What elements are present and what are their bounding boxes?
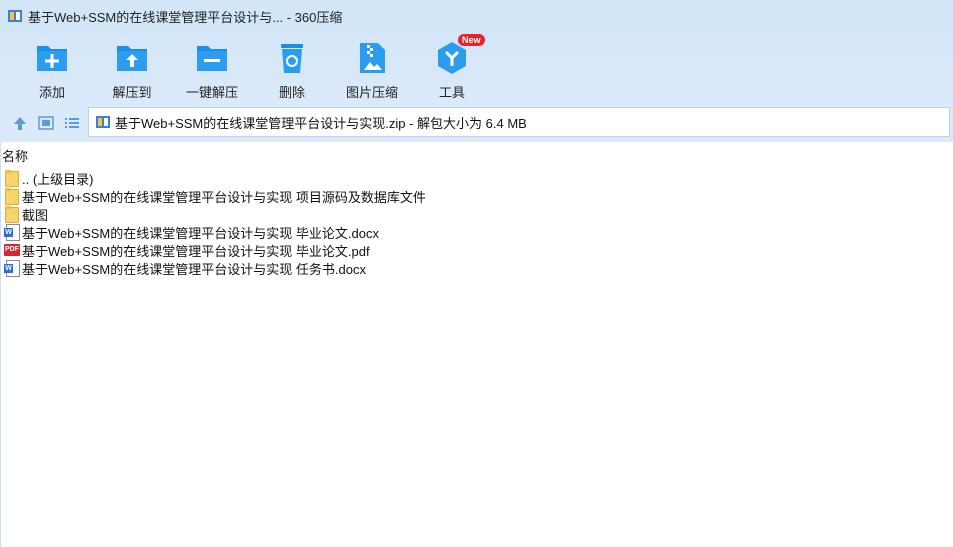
extract-to-label: 解压到: [112, 85, 152, 100]
word-doc-icon: W: [4, 260, 20, 277]
up-level-icon[interactable]: [11, 114, 29, 132]
list-item[interactable]: 基于Web+SSM的在线课堂管理平台设计与实现 项目源码及数据库文件: [1, 187, 426, 205]
list-item[interactable]: 截图: [1, 205, 426, 223]
tools-icon: New: [434, 34, 485, 76]
item-name: 基于Web+SSM的在线课堂管理平台设计与实现 任务书.docx: [22, 261, 366, 277]
window-title: 基于Web+SSM的在线课堂管理平台设计与... - 360压缩: [28, 9, 343, 25]
extract-folder-icon: [114, 40, 150, 76]
word-doc-icon: W: [4, 224, 20, 241]
toolbar: 添加 解压到 一键解压 删除 图片压缩 New 工具: [0, 32, 953, 104]
folder-icon: [4, 170, 20, 187]
list-item[interactable]: W 基于Web+SSM的在线课堂管理平台设计与实现 毕业论文.docx: [1, 223, 426, 241]
add-button[interactable]: 添加: [12, 36, 92, 100]
extract-to-button[interactable]: 解压到: [92, 36, 172, 100]
item-name: .. (上级目录): [22, 171, 94, 187]
file-list: 名称 .. (上级目录) 基于Web+SSM的在线课堂管理平台设计与实现 项目源…: [0, 142, 953, 547]
list-item[interactable]: PDF 基于Web+SSM的在线课堂管理平台设计与实现 毕业论文.pdf: [1, 241, 426, 259]
list-item[interactable]: W 基于Web+SSM的在线课堂管理平台设计与实现 任务书.docx: [1, 259, 426, 277]
add-folder-icon: [34, 40, 70, 76]
thumbnail-view-icon[interactable]: [37, 114, 55, 132]
column-header-label: 名称: [2, 148, 29, 164]
folder-icon: [4, 188, 20, 205]
one-click-extract-button[interactable]: 一键解压: [172, 36, 252, 100]
one-click-extract-icon: [194, 40, 230, 76]
one-click-extract-label: 一键解压: [185, 85, 238, 100]
item-name: 基于Web+SSM的在线课堂管理平台设计与实现 毕业论文.pdf: [22, 243, 370, 259]
list-view-icon[interactable]: [63, 114, 81, 132]
app-icon: [7, 8, 23, 24]
list-item[interactable]: .. (上级目录): [1, 169, 426, 187]
address-bar: 基于Web+SSM的在线课堂管理平台设计与实现.zip - 解包大小为 6.4 …: [0, 104, 953, 142]
tools-button[interactable]: New 工具: [412, 34, 492, 100]
folder-icon: [4, 206, 20, 223]
pdf-icon: PDF: [4, 242, 20, 258]
zip-archive-icon: [95, 114, 111, 130]
delete-label: 删除: [278, 85, 305, 100]
delete-button[interactable]: 删除: [252, 36, 332, 100]
image-compress-icon: [354, 40, 390, 76]
column-header-name[interactable]: 名称: [1, 142, 953, 168]
new-badge: New: [458, 34, 485, 46]
recycle-bin-icon: [274, 40, 310, 76]
item-name: 截图: [22, 207, 49, 223]
archive-path: 基于Web+SSM的在线课堂管理平台设计与实现.zip - 解包大小为 6.4 …: [115, 115, 527, 131]
image-compress-label: 图片压缩: [345, 85, 398, 100]
tools-label: 工具: [438, 85, 465, 100]
title-bar: 基于Web+SSM的在线课堂管理平台设计与... - 360压缩: [0, 0, 953, 32]
path-field[interactable]: 基于Web+SSM的在线课堂管理平台设计与实现.zip - 解包大小为 6.4 …: [88, 107, 950, 137]
file-rows: .. (上级目录) 基于Web+SSM的在线课堂管理平台设计与实现 项目源码及数…: [1, 169, 426, 277]
add-label: 添加: [38, 85, 65, 100]
image-compress-button[interactable]: 图片压缩: [332, 36, 412, 100]
item-name: 基于Web+SSM的在线课堂管理平台设计与实现 项目源码及数据库文件: [22, 189, 426, 205]
item-name: 基于Web+SSM的在线课堂管理平台设计与实现 毕业论文.docx: [22, 225, 379, 241]
